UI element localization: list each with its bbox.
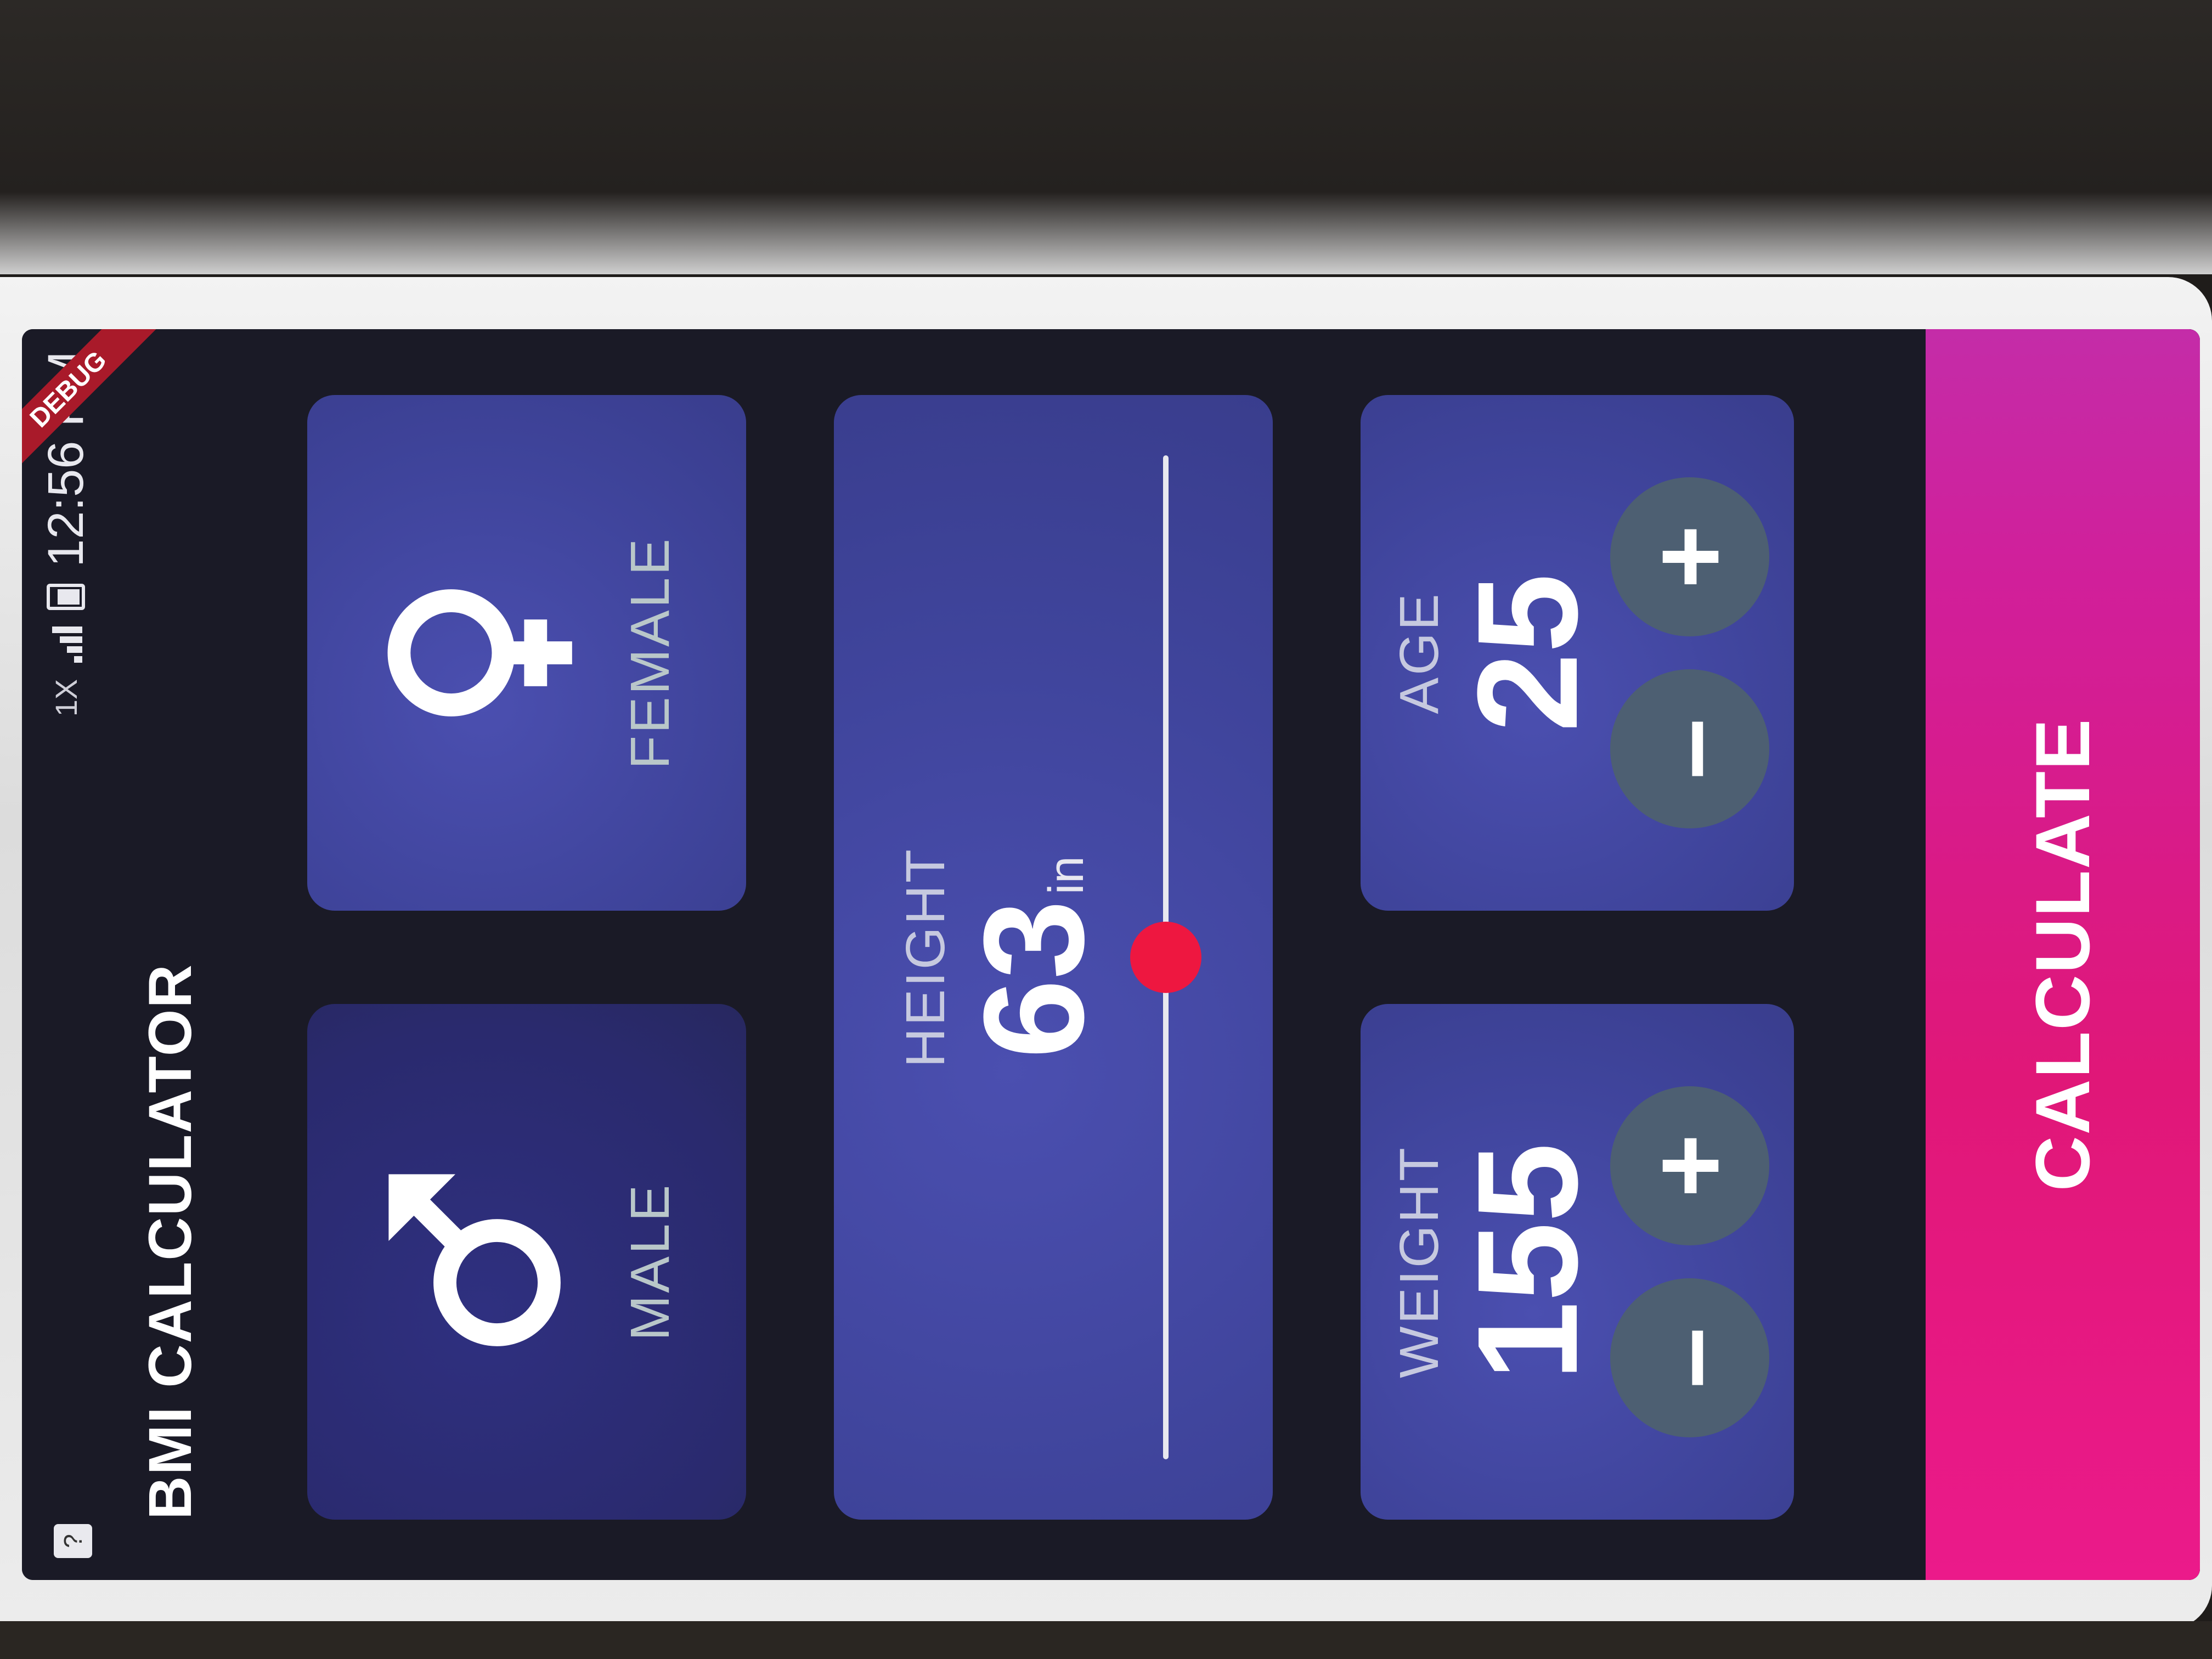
desk-surface (0, 0, 2212, 274)
female-symbol-icon (387, 589, 572, 716)
status-left: ? (47, 1524, 92, 1558)
height-slider-thumb[interactable] (1130, 922, 1201, 993)
female-card[interactable]: FEMALE (307, 395, 746, 911)
age-increment-button[interactable]: + (1610, 477, 1769, 636)
age-label: AGE (1389, 591, 1450, 714)
weight-buttons: – + (1610, 1004, 1769, 1520)
battery-icon (47, 583, 85, 610)
weight-card: WEIGHT 155 – + (1361, 1004, 1794, 1520)
height-value-row: 63 in (955, 395, 1114, 1520)
phone-screen: ? 1X 12:56 PM DEBUG BMI CALCULATOR MALE (22, 329, 2200, 1580)
age-value: 25 (1448, 573, 1607, 732)
height-label: HEIGHT (895, 847, 956, 1068)
page-title: BMI CALCULATOR (136, 963, 204, 1520)
calculate-button[interactable]: CALCULATE (1926, 329, 2200, 1580)
age-card: AGE 25 – + (1361, 395, 1794, 911)
unknown-app-icon: ? (54, 1524, 92, 1558)
bmi-app: ? 1X 12:56 PM DEBUG BMI CALCULATOR MALE (22, 329, 2200, 1580)
height-unit: in (1039, 856, 1094, 895)
status-bar: ? 1X 12:56 PM DEBUG (22, 329, 168, 1580)
male-symbol-icon (388, 1174, 561, 1346)
weight-decrement-button[interactable]: – (1610, 1278, 1769, 1437)
network-badge: 1X (48, 679, 83, 717)
age-buttons: – + (1610, 395, 1769, 911)
female-label: FEMALE (619, 536, 681, 770)
height-card: HEIGHT 63 in (834, 395, 1273, 1520)
weight-increment-button[interactable]: + (1610, 1086, 1769, 1245)
male-label: MALE (619, 1182, 681, 1341)
male-card[interactable]: MALE (307, 1004, 746, 1520)
age-decrement-button[interactable]: – (1610, 669, 1769, 828)
weight-value: 155 (1448, 1143, 1607, 1381)
desk-edge (0, 1621, 2212, 1659)
app-bar: BMI CALCULATOR (110, 329, 230, 1580)
height-value: 63 (955, 900, 1114, 1059)
signal-strength-icon (49, 626, 82, 663)
weight-label: WEIGHT (1389, 1146, 1450, 1378)
